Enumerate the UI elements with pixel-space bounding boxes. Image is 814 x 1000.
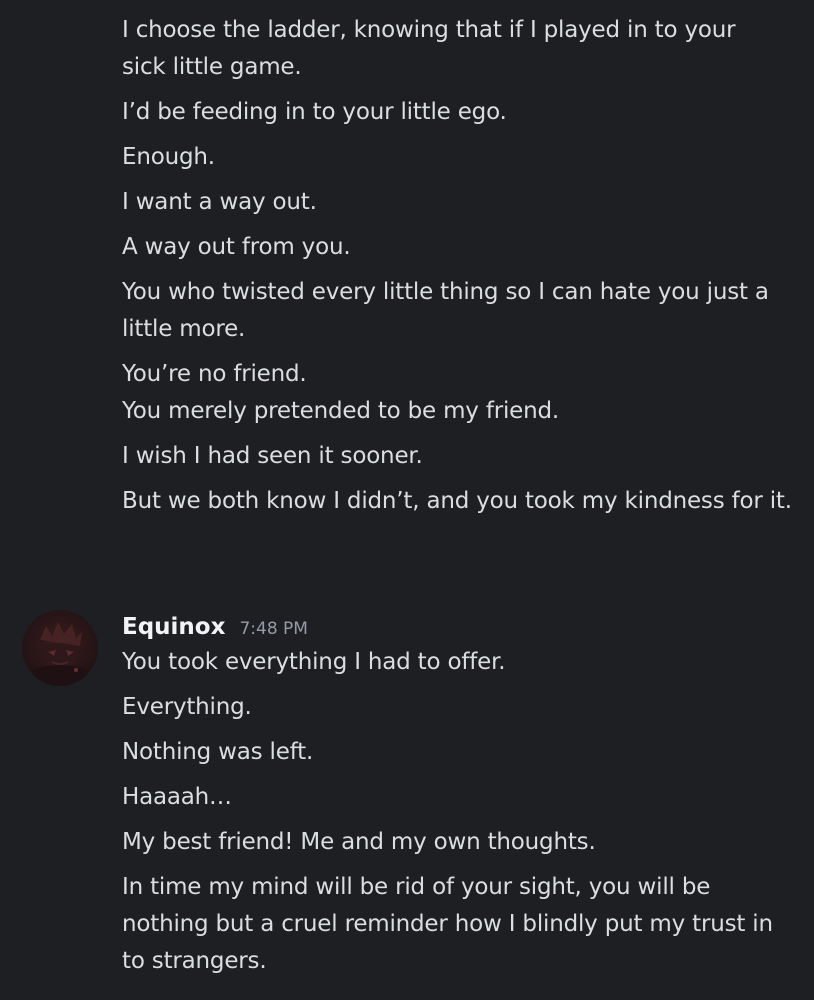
message-text: I want a way out. xyxy=(122,189,317,215)
message-text: My best friend! Me and my own thoughts. xyxy=(122,829,596,855)
author-name[interactable]: Equinox xyxy=(122,610,225,644)
message-text: Haaaah… xyxy=(122,784,232,810)
message-text: You merely pretended to be my friend. xyxy=(122,398,560,424)
message-text: I’d be feeding in to your little ego. xyxy=(122,99,507,125)
message-text: A way out from you. xyxy=(122,234,351,260)
message-text: You who twisted every little thing so I … xyxy=(122,279,769,342)
message-text: You’re no friend. xyxy=(122,361,307,387)
message-text: But we both know I didn’t, and you took … xyxy=(122,488,792,514)
message-text: I choose the ladder, knowing that if I p… xyxy=(122,17,736,80)
message-group-equinox: Equinox 7:48 PM You took everything I ha… xyxy=(0,610,814,988)
message-text: Enough. xyxy=(122,144,215,170)
message-timestamp: 7:48 PM xyxy=(239,619,308,639)
message-text: In time my mind will be rid of your sigh… xyxy=(122,874,773,974)
message-text: Everything. xyxy=(122,694,252,720)
chat-message-list: I choose the ladder, knowing that if I p… xyxy=(0,0,814,1000)
message-text: Nothing was left. xyxy=(122,739,314,765)
message-text: You took everything I had to offer. xyxy=(122,649,506,675)
message-text: I wish I had seen it sooner. xyxy=(122,443,423,469)
message-group-continued: I choose the ladder, knowing that if I p… xyxy=(0,12,814,528)
message-header: Equinox 7:48 PM xyxy=(0,610,814,644)
